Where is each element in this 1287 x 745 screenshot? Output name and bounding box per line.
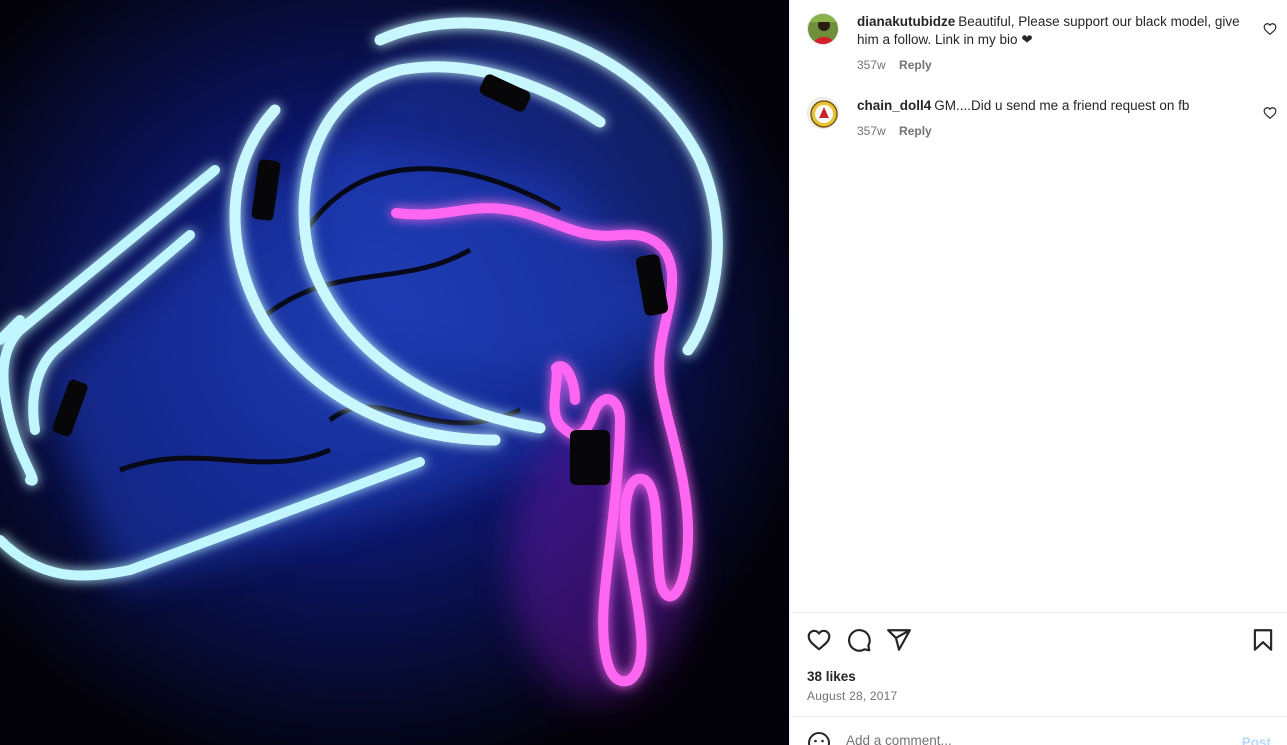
add-comment-bar: Post: [790, 716, 1287, 745]
neon-cup-artwork: [0, 0, 789, 745]
emoji-icon[interactable]: [807, 731, 831, 745]
comment-input[interactable]: [846, 733, 1226, 745]
comment-username[interactable]: chain_doll4: [857, 98, 931, 113]
comment-icon[interactable]: [846, 627, 872, 653]
avatar[interactable]: [807, 97, 839, 129]
save-icon[interactable]: [1250, 627, 1276, 653]
comment-item: chain_doll4 GM....Did u send me a friend …: [807, 97, 1287, 142]
avatar[interactable]: [807, 13, 839, 45]
comment-text: dianakutubidze Beautiful, Please support …: [857, 13, 1257, 49]
heart-icon[interactable]: [806, 627, 832, 653]
post-button[interactable]: Post: [1242, 735, 1271, 745]
comment-content: GM....Did u send me a friend request on …: [934, 98, 1190, 113]
reply-button[interactable]: Reply: [899, 124, 932, 138]
post-image[interactable]: [0, 0, 789, 745]
comment-meta: 357w Reply: [857, 58, 932, 72]
post-date[interactable]: August 28, 2017: [807, 689, 897, 703]
comments-panel: dianakutubidze Beautiful, Please support …: [789, 0, 1287, 745]
comment-heart-icon[interactable]: [1263, 106, 1277, 120]
comment-text: chain_doll4 GM....Did u send me a friend …: [857, 97, 1257, 115]
comment-item: dianakutubidze Beautiful, Please support …: [807, 13, 1287, 75]
share-icon[interactable]: [886, 627, 912, 653]
comment-time[interactable]: 357w: [857, 58, 886, 72]
likes-count[interactable]: 38 likes: [807, 669, 856, 684]
avatar-image: [808, 14, 838, 44]
comment-meta: 357w Reply: [857, 124, 932, 138]
avatar-image: [808, 98, 838, 128]
comment-time[interactable]: 357w: [857, 124, 886, 138]
comment-heart-icon[interactable]: [1263, 22, 1277, 36]
comment-username[interactable]: dianakutubidze: [857, 14, 955, 29]
reply-button[interactable]: Reply: [899, 58, 932, 72]
post-actions: 38 likes August 28, 2017: [790, 612, 1287, 716]
